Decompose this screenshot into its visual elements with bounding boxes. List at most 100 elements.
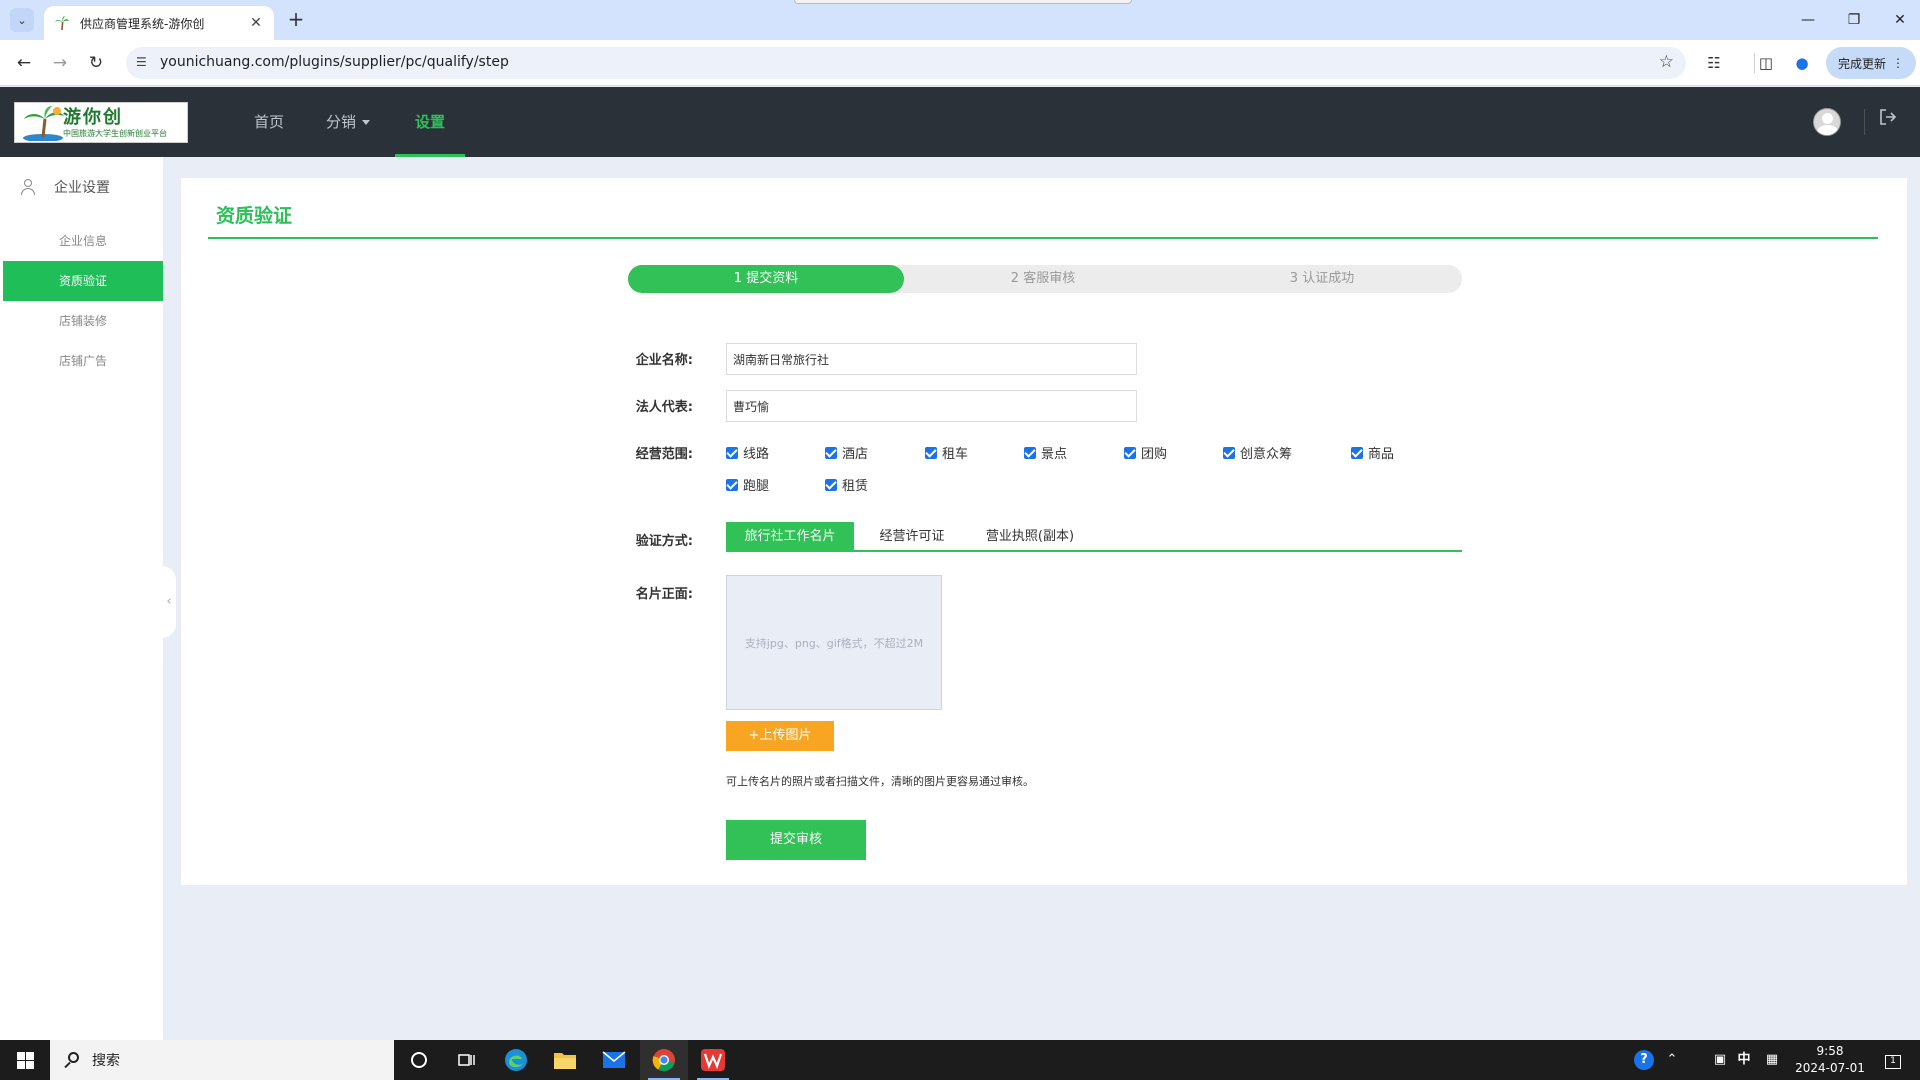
scope-checkbox-crowdfunding[interactable]: 创意众筹 <box>1223 443 1292 462</box>
windows-taskbar: 搜索 ? ⌃ ▣ 中 ▦ 9:58 2024-07-01 1 <box>0 1040 1920 1080</box>
scope-checkbox-hotel[interactable]: 酒店 <box>825 443 868 462</box>
nav-distribution[interactable]: 分销 <box>318 87 378 157</box>
sidebar-item-qualification[interactable]: 资质验证 <box>3 261 163 301</box>
sidebar-item-shop-ads[interactable]: 店铺广告 <box>3 341 163 381</box>
scope-checkbox-leasing[interactable]: 租赁 <box>825 475 868 494</box>
upload-tip: 可上传名片的照片或者扫描文件，清晰的图片更容易通过审核。 <box>726 775 1034 788</box>
edge-browser-icon[interactable] <box>492 1040 540 1080</box>
nav-distribution-label: 分销 <box>325 113 356 131</box>
sidebar: 企业设置 企业信息 资质验证 店铺装修 店铺广告 <box>0 157 163 1040</box>
file-explorer-icon[interactable] <box>541 1040 589 1080</box>
scope-checkbox-route[interactable]: 线路 <box>726 443 769 462</box>
notification-count: 1 <box>1890 1056 1896 1066</box>
task-view-icon[interactable] <box>443 1040 491 1080</box>
search-placeholder: 搜索 <box>92 1053 120 1069</box>
avatar-head <box>1822 113 1833 124</box>
taskbar-search[interactable]: 搜索 <box>50 1040 394 1080</box>
sidebar-item-label: 店铺广告 <box>59 354 108 368</box>
url-text: younichuang.com/plugins/supplier/pc/qual… <box>160 54 509 70</box>
checkbox-checked-icon <box>825 446 837 459</box>
forward-arrow-icon[interactable]: → <box>46 50 74 76</box>
system-clock[interactable]: 9:58 2024-07-01 <box>1794 1043 1866 1077</box>
new-tab-button[interactable]: + <box>284 8 308 32</box>
chevron-down-icon: ⌄ <box>17 13 27 27</box>
nav-home[interactable]: 首页 <box>244 87 294 157</box>
help-icon[interactable]: ? <box>1630 1040 1658 1080</box>
close-window-icon[interactable]: ✕ <box>1880 8 1920 32</box>
sidebar-group-label: 企业设置 <box>54 180 110 196</box>
checkbox-checked-icon <box>726 446 738 459</box>
step-review: 2 客服审核 <box>904 265 1182 293</box>
back-arrow-icon[interactable]: ← <box>10 50 38 76</box>
tab-label: 经营许可证 <box>879 529 945 544</box>
extensions-puzzle-icon[interactable]: ☷ <box>1702 52 1726 74</box>
sidebar-item-shop-decoration[interactable]: 店铺装修 <box>3 301 163 341</box>
chrome-icon[interactable] <box>640 1040 688 1080</box>
mail-icon[interactable] <box>590 1040 638 1080</box>
scope-checkbox-goods[interactable]: 商品 <box>1351 443 1394 462</box>
image-upload-area[interactable]: 支持jpg、png、gif格式，不超过2M <box>726 575 942 710</box>
company-name-input[interactable] <box>726 343 1137 375</box>
browser-tab[interactable]: 供应商管理系统-游你创 ✕ <box>44 6 274 40</box>
profile-icon[interactable]: ● <box>1790 52 1814 74</box>
tab-business-permit[interactable]: 经营许可证 <box>858 522 966 552</box>
nav-settings-label: 设置 <box>414 113 445 131</box>
clock-time: 9:58 <box>1816 1044 1844 1058</box>
reload-icon[interactable]: ↻ <box>82 50 110 76</box>
logout-icon[interactable] <box>1876 107 1900 135</box>
close-tab-icon[interactable]: ✕ <box>248 15 264 31</box>
scope-checkbox-label: 线路 <box>743 447 770 462</box>
scope-checkbox-car-rental[interactable]: 租车 <box>925 443 968 462</box>
scope-checkbox-label: 景点 <box>1041 447 1068 462</box>
chevron-up-icon[interactable]: ⌃ <box>1660 1040 1684 1080</box>
step-label: 2 客服审核 <box>1010 271 1076 286</box>
legal-rep-input[interactable] <box>726 390 1137 422</box>
scope-checkbox-label: 团购 <box>1141 447 1168 462</box>
cortana-icon[interactable] <box>395 1040 443 1080</box>
address-bar[interactable]: ☰ younichuang.com/plugins/supplier/pc/qu… <box>126 47 1686 79</box>
step-success: 3 认证成功 <box>1182 265 1462 293</box>
restore-icon[interactable]: ❐ <box>1834 8 1874 32</box>
upload-image-button[interactable]: +上传图片 <box>726 721 834 751</box>
step-label: 1 提交资料 <box>733 271 799 286</box>
notification-center-icon[interactable]: 1 <box>1876 1040 1910 1080</box>
legal-rep-label: 法人代表: <box>635 400 693 415</box>
scope-checkbox-scenic[interactable]: 景点 <box>1024 443 1067 462</box>
keyboard-grid-icon[interactable]: ▦ <box>1758 1040 1786 1080</box>
ime-indicator[interactable]: 中 <box>1730 1040 1758 1080</box>
update-button[interactable]: 完成更新 ⋮ <box>1826 47 1916 79</box>
sidebar-item-label: 店铺装修 <box>59 314 108 328</box>
kebab-menu-icon: ⋮ <box>1892 56 1904 70</box>
tab-search-button[interactable]: ⌄ <box>10 8 34 32</box>
scope-checkbox-errand[interactable]: 跑腿 <box>726 475 769 494</box>
checkbox-checked-icon <box>1124 446 1136 459</box>
windows-start-icon[interactable] <box>0 1040 50 1080</box>
side-panel-icon[interactable]: ◫ <box>1754 52 1778 74</box>
scope-checkbox-label: 酒店 <box>842 447 869 462</box>
site-logo[interactable]: 游你创 中国旅游大学生创新创业平台 <box>14 102 188 143</box>
card-front-label: 名片正面: <box>635 587 693 602</box>
sidebar-collapse-toggle[interactable]: ‹ <box>162 566 176 638</box>
popup-edge <box>794 0 1132 4</box>
minimize-icon[interactable]: — <box>1788 8 1828 32</box>
site-settings-icon[interactable]: ☰ <box>136 55 152 71</box>
step-submit: 1 提交资料 <box>628 265 904 293</box>
scope-checkbox-label: 租赁 <box>842 479 869 494</box>
palm-tree-logo-icon <box>23 106 64 141</box>
logo-title: 游你创 <box>63 107 123 128</box>
scope-checkbox-group-buy[interactable]: 团购 <box>1124 443 1167 462</box>
submit-review-button[interactable]: 提交审核 <box>726 820 866 860</box>
main-panel: 资质验证 1 提交资料 2 客服审核 3 认证成功 企业名称: 法人代表: 经营… <box>181 178 1907 885</box>
step-progress: 1 提交资料 2 客服审核 3 认证成功 <box>628 265 1462 293</box>
sidebar-group-enterprise-settings[interactable]: 企业设置 <box>0 167 163 207</box>
bookmark-star-icon[interactable]: ☆ <box>1659 52 1674 72</box>
sidebar-item-enterprise-info[interactable]: 企业信息 <box>3 221 163 261</box>
tab-business-license[interactable]: 营业执照(副本) <box>970 522 1090 552</box>
app-header: 游你创 中国旅游大学生创新创业平台 首页 分销 设置 <box>0 87 1920 157</box>
tab-travel-agency-card[interactable]: 旅行社工作名片 <box>726 522 854 552</box>
wps-office-icon[interactable] <box>689 1040 737 1080</box>
user-avatar[interactable] <box>1813 108 1841 136</box>
nav-settings[interactable]: 设置 <box>395 87 465 157</box>
verify-method-tabs: 旅行社工作名片 经营许可证 营业执照(副本) <box>726 522 1462 552</box>
checkbox-checked-icon <box>726 478 738 491</box>
